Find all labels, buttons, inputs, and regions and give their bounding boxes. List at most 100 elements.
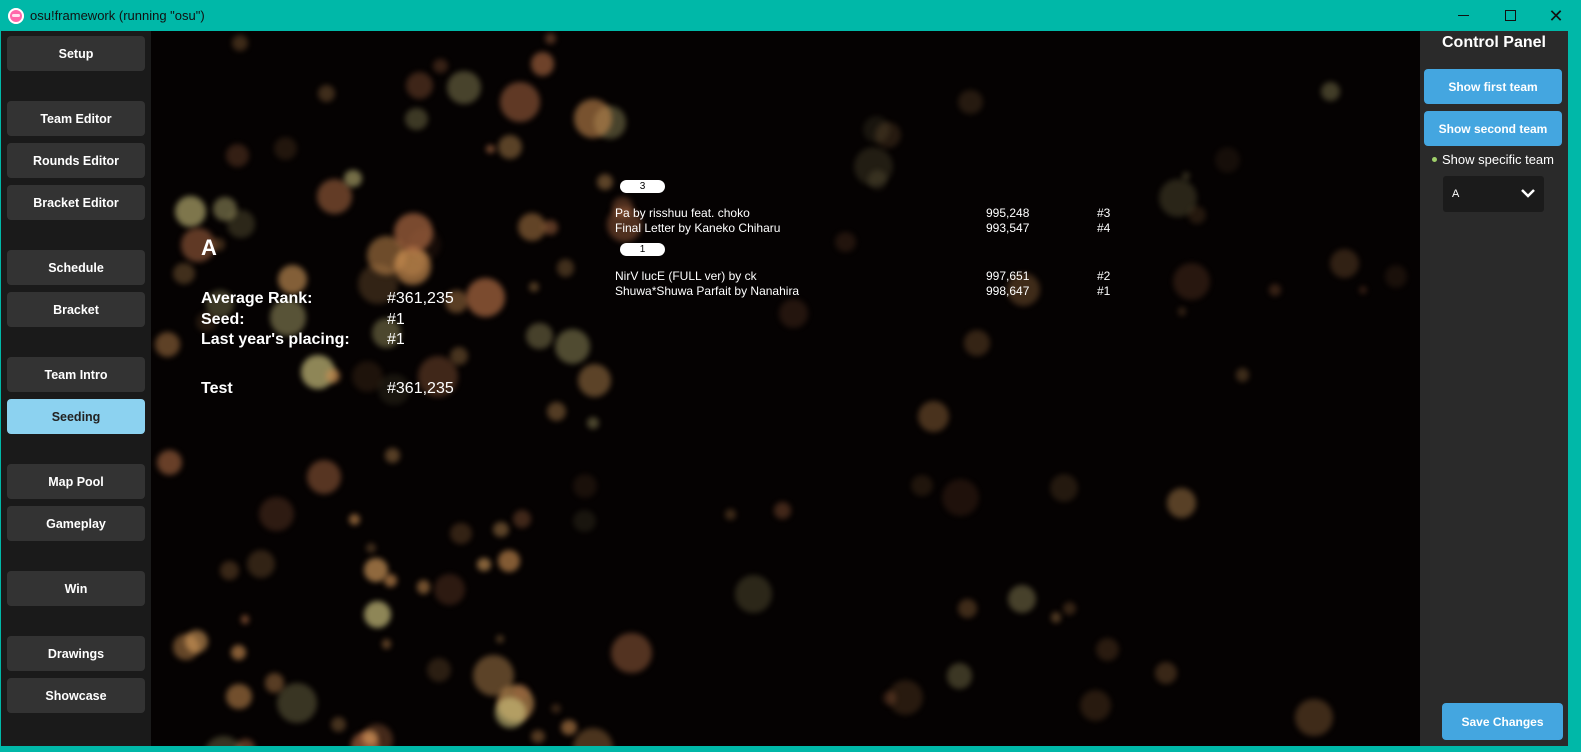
bokeh-particle: [317, 84, 335, 102]
bokeh-particle: [203, 736, 244, 746]
bokeh-particle: [348, 513, 360, 525]
bokeh-particle: [173, 262, 196, 285]
nav-showcase[interactable]: Showcase: [7, 678, 145, 713]
nav-rounds-editor[interactable]: Rounds Editor: [7, 143, 145, 178]
nav-team-intro[interactable]: Team Intro: [7, 357, 145, 392]
beatmap-score: 998,647: [986, 284, 1030, 298]
bokeh-particle: [433, 58, 448, 74]
bokeh-particle: [344, 169, 362, 188]
control-panel: Control Panel Show first team Show secon…: [1420, 31, 1568, 746]
bokeh-particle: [1214, 147, 1241, 173]
bokeh-particle: [946, 663, 973, 690]
stat-label: Test: [201, 380, 233, 397]
bokeh-particle: [611, 632, 652, 674]
bokeh-particle: [964, 329, 991, 356]
bokeh-particle: [500, 82, 540, 122]
bokeh-particle: [259, 496, 295, 532]
bokeh-particle: [366, 543, 377, 553]
bokeh-particle: [416, 580, 431, 594]
bokeh-particle: [547, 401, 567, 422]
bokeh-particle: [1096, 638, 1120, 662]
bokeh-particle: [530, 52, 554, 76]
bokeh-particle: [526, 322, 553, 350]
close-button[interactable]: ✕: [1533, 0, 1579, 31]
bokeh-particle: [405, 107, 428, 131]
maximize-button[interactable]: [1487, 0, 1533, 31]
nav-setup[interactable]: Setup: [7, 36, 145, 71]
beatmap-title: NirV lucE (FULL ver) by ck: [615, 269, 757, 283]
bokeh-particle: [273, 137, 297, 160]
stat-label: Last year's placing:: [201, 331, 350, 348]
bokeh-particle: [528, 281, 539, 293]
bokeh-particle: [363, 600, 391, 628]
beatmap-score: 993,547: [986, 221, 1030, 235]
minimize-button[interactable]: [1440, 0, 1486, 31]
bokeh-particle: [384, 448, 400, 464]
show-second-team-button[interactable]: Show second team: [1424, 111, 1562, 146]
nav-seeding[interactable]: Seeding: [7, 399, 145, 434]
bokeh-particle: [493, 522, 509, 538]
nav-bracket[interactable]: Bracket: [7, 292, 145, 327]
bokeh-particle: [384, 574, 398, 587]
stat-label: Average Rank:: [201, 290, 313, 307]
nav-drawings[interactable]: Drawings: [7, 636, 145, 671]
bokeh-particle: [331, 717, 347, 733]
nav-map-pool[interactable]: Map Pool: [7, 464, 145, 499]
bokeh-particle: [512, 684, 529, 701]
bokeh-particle: [1235, 368, 1250, 382]
bokeh-particle: [1320, 81, 1340, 101]
beatmap-score: 997,651: [986, 269, 1030, 283]
control-panel-title: Control Panel: [1441, 34, 1546, 51]
bokeh-particle: [362, 729, 378, 745]
bokeh-particle: [773, 502, 791, 519]
bokeh-particle: [531, 729, 545, 743]
bokeh-particle: [958, 599, 977, 618]
beatmap-rank: #1: [1097, 284, 1111, 298]
bokeh-particle: [394, 212, 433, 252]
bokeh-particle: [734, 574, 773, 613]
team-dropdown[interactable]: A: [1443, 176, 1544, 212]
chevron-down-icon: [1521, 189, 1535, 198]
bokeh-particle: [573, 474, 597, 498]
bokeh-particle: [174, 195, 207, 228]
close-icon: ✕: [1548, 5, 1564, 26]
stat-value: #1: [387, 331, 405, 348]
nav-bracket-editor[interactable]: Bracket Editor: [7, 185, 145, 220]
title-bar: osu!framework (running "osu") ✕: [0, 0, 1581, 31]
bokeh-particle: [496, 634, 505, 643]
stat-value: #1: [387, 311, 405, 328]
bokeh-particle: [942, 478, 980, 516]
show-specific-team-checkbox[interactable]: [1432, 157, 1437, 162]
nav-win[interactable]: Win: [7, 571, 145, 606]
bokeh-particle: [1330, 248, 1360, 279]
show-first-team-button[interactable]: Show first team: [1424, 69, 1562, 104]
bokeh-particle: [518, 212, 547, 241]
bokeh-particle: [226, 143, 250, 167]
bokeh-particle: [572, 728, 614, 746]
beatmap-title: Shuwa*Shuwa Parfait by Nanahira: [615, 284, 800, 298]
show-specific-team-label[interactable]: Show specific team: [1442, 152, 1554, 167]
bokeh-particle: [495, 697, 527, 729]
bokeh-particle: [1295, 698, 1333, 737]
bokeh-particle: [326, 369, 340, 383]
bokeh-particle: [512, 510, 531, 529]
seeding-screen: A Average Rank: #361,235 Seed: #1 Last y…: [151, 31, 1420, 746]
bokeh-particle: [882, 691, 897, 705]
nav-gameplay[interactable]: Gameplay: [7, 506, 145, 541]
bokeh-particle: [573, 99, 613, 138]
bokeh-particle: [157, 449, 183, 475]
window-title: osu!framework (running "osu"): [30, 8, 205, 23]
bokeh-particle: [1049, 474, 1078, 503]
bokeh-particle: [596, 173, 613, 190]
nav-team-editor[interactable]: Team Editor: [7, 101, 145, 136]
save-changes-button[interactable]: Save Changes: [1442, 703, 1563, 740]
osu-logo-icon: [8, 7, 24, 24]
bokeh-particle: [465, 277, 506, 318]
bokeh-particle: [154, 332, 180, 357]
bokeh-particle: [240, 615, 250, 624]
stat-value: #361,235: [387, 380, 454, 397]
bokeh-particle: [779, 299, 808, 328]
minimize-icon: [1457, 15, 1469, 16]
nav-schedule[interactable]: Schedule: [7, 250, 145, 285]
bokeh-particle: [874, 121, 901, 149]
